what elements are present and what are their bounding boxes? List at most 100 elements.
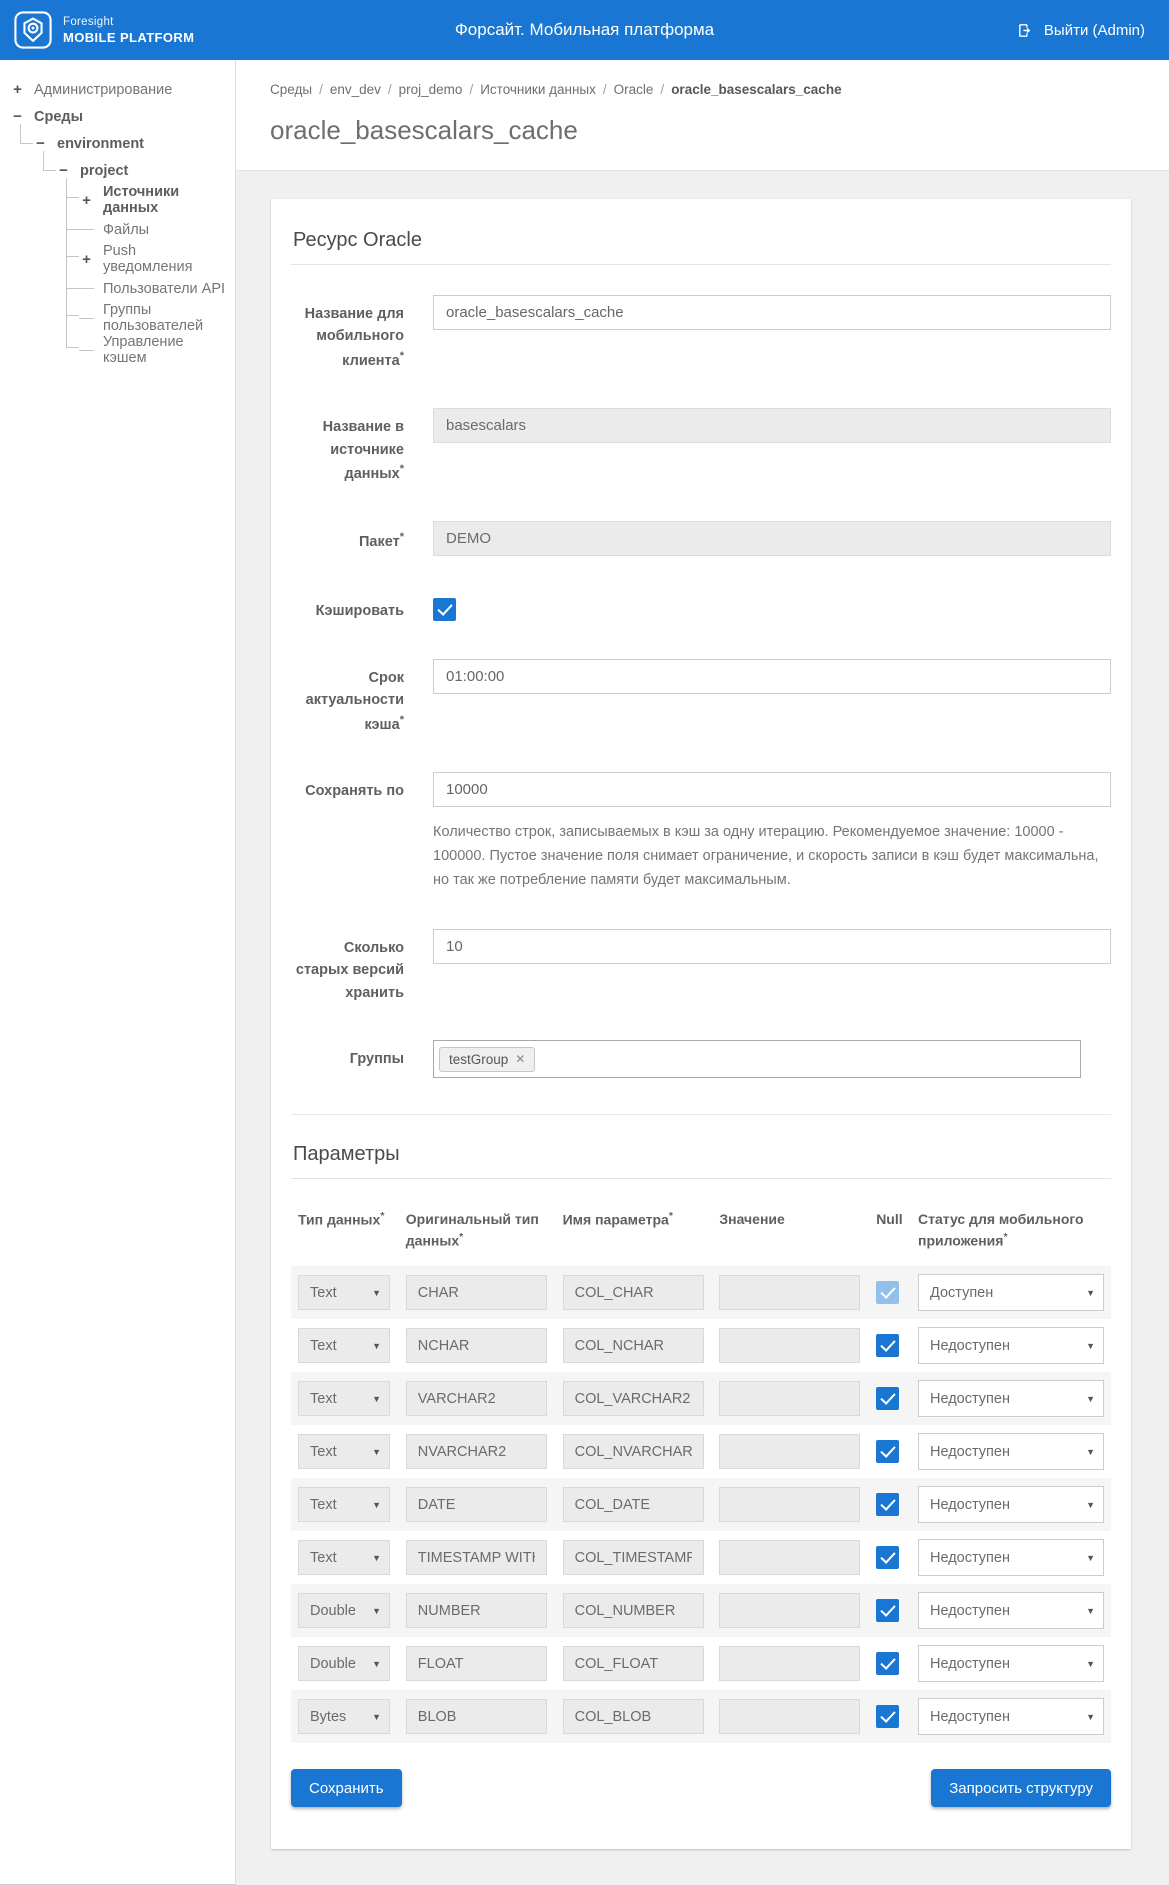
form-row: Название для мобильного клиента* xyxy=(291,295,1111,372)
original-type-input xyxy=(406,1487,547,1522)
null-checkbox[interactable] xyxy=(876,1546,899,1569)
tree-branch-line xyxy=(79,350,94,351)
field-label: Срок актуальности кэша* xyxy=(291,659,404,736)
null-checkbox[interactable] xyxy=(876,1705,899,1728)
status-select-value: Недоступен xyxy=(930,1656,1010,1672)
type-select: Text▼ xyxy=(298,1434,390,1469)
status-select[interactable]: Недоступен▼ xyxy=(918,1539,1104,1576)
null-checkbox[interactable] xyxy=(876,1652,899,1675)
collapse-icon[interactable]: − xyxy=(56,162,71,179)
required-asterisk: * xyxy=(669,1210,673,1222)
chevron-down-icon: ▼ xyxy=(372,1394,381,1404)
null-checkbox[interactable] xyxy=(876,1599,899,1622)
field-input-6[interactable] xyxy=(433,929,1111,964)
tree-children: +Источники данных Файлы + Push уведомленияП… xyxy=(56,184,227,366)
save-button[interactable]: Сохранить xyxy=(291,1769,402,1807)
column-header: Оригинальный тип данных* xyxy=(406,1209,547,1252)
sidebar-item-project[interactable]: −project xyxy=(56,157,227,184)
column-header-text: Имя параметра xyxy=(563,1212,669,1228)
sidebar-item-push-уведомления[interactable]: + Push уведомления xyxy=(79,243,227,275)
status-select[interactable]: Недоступен▼ xyxy=(918,1645,1104,1682)
status-select-value: Недоступен xyxy=(930,1603,1010,1619)
type-select: Text▼ xyxy=(298,1328,390,1363)
sidebar-item-управление-кэшем[interactable]: Управление кэшем xyxy=(79,334,227,366)
cache-checkbox[interactable] xyxy=(433,598,456,621)
param-name-input xyxy=(563,1593,704,1628)
params-table-header: Тип данных*Оригинальный тип данных*Имя п… xyxy=(291,1209,1111,1252)
breadcrumb-item[interactable]: Источники данных xyxy=(480,82,596,97)
column-header: Значение xyxy=(719,1209,860,1230)
value-input xyxy=(719,1328,860,1363)
remove-tag-icon[interactable]: ✕ xyxy=(515,1052,525,1066)
form-row: Пакет* xyxy=(291,521,1111,556)
tree-node: Пользователи API xyxy=(79,275,227,302)
breadcrumb-item[interactable]: Oracle xyxy=(614,82,654,97)
null-checkbox[interactable] xyxy=(876,1387,899,1410)
table-row: Text▼Доступен▼ xyxy=(291,1266,1111,1319)
null-checkbox[interactable] xyxy=(876,1334,899,1357)
chevron-down-icon: ▼ xyxy=(1086,1341,1095,1351)
field-label: Пакет* xyxy=(291,521,404,556)
sidebar-item-среды[interactable]: −Среды xyxy=(10,103,227,130)
breadcrumb-item[interactable]: env_dev xyxy=(330,82,381,97)
chevron-down-icon: ▼ xyxy=(1086,1712,1095,1722)
field-label: Название для мобильного клиента* xyxy=(291,295,404,372)
required-asterisk: * xyxy=(400,531,404,543)
request-structure-button[interactable]: Запросить структуру xyxy=(931,1769,1111,1807)
type-select: Text ▼ xyxy=(298,1381,390,1416)
sidebar-item-файлы[interactable]: Файлы xyxy=(79,216,227,243)
type-select: Double▼ xyxy=(298,1593,390,1628)
sidebar-item-администрирование[interactable]: +Администрирование xyxy=(10,76,227,103)
status-select[interactable]: Недоступен▼ xyxy=(918,1327,1104,1364)
sidebar-item-пользователи-api[interactable]: Пользователи API xyxy=(79,275,227,302)
sidebar-item-environment[interactable]: −environment xyxy=(33,130,227,157)
original-type-input xyxy=(406,1540,547,1575)
param-name-input xyxy=(563,1434,704,1469)
tree-branch-line xyxy=(79,318,94,319)
collapse-icon[interactable]: − xyxy=(33,135,48,152)
status-select[interactable]: Недоступен▼ xyxy=(918,1433,1104,1470)
sidebar-item-группы-пользователей[interactable]: Группы пользователей xyxy=(79,302,227,334)
chevron-down-icon: ▼ xyxy=(1086,1553,1095,1563)
field-label: Группы xyxy=(291,1040,404,1078)
expand-icon[interactable]: + xyxy=(10,81,25,98)
sidebar-item-источники-данных[interactable]: +Источники данных xyxy=(79,184,227,216)
expand-icon[interactable]: + xyxy=(79,251,94,268)
field-control xyxy=(433,408,1111,485)
value-input xyxy=(719,1381,860,1416)
param-name-input xyxy=(563,1646,704,1681)
chevron-down-icon: ▼ xyxy=(372,1288,381,1298)
breadcrumb-item[interactable]: proj_demo xyxy=(399,82,463,97)
status-select[interactable]: Недоступен▼ xyxy=(918,1380,1104,1417)
field-label: Название в источнике данных* xyxy=(291,408,404,485)
sidebar-item-label: environment xyxy=(57,136,144,152)
tree-node: −Среды−environment−project+Источники дан… xyxy=(10,103,227,366)
collapse-icon[interactable]: − xyxy=(10,108,25,125)
type-select-value: Text xyxy=(310,1391,337,1407)
null-checkbox[interactable] xyxy=(876,1440,899,1463)
sidebar-item-label: Файлы xyxy=(103,222,149,238)
sidebar-item-label: Push уведомления xyxy=(103,243,227,275)
param-name-input xyxy=(563,1328,704,1363)
breadcrumb-item[interactable]: Среды xyxy=(270,82,312,97)
params-table: Text▼Доступен▼Text▼Недоступен▼Text▼Недос… xyxy=(291,1266,1111,1743)
field-input-4[interactable] xyxy=(433,659,1111,694)
logout-button[interactable]: Выйти (Admin) xyxy=(1017,22,1145,39)
chevron-down-icon: ▼ xyxy=(1086,1606,1095,1616)
status-select[interactable]: Доступен▼ xyxy=(918,1274,1104,1311)
original-type-input xyxy=(406,1593,547,1628)
tree-node: Группы пользователей xyxy=(79,302,227,334)
null-checkbox[interactable] xyxy=(876,1493,899,1516)
status-select[interactable]: Недоступен▼ xyxy=(918,1486,1104,1523)
field-input-0[interactable] xyxy=(433,295,1111,330)
status-select-value: Недоступен xyxy=(930,1444,1010,1460)
form-row: Срок актуальности кэша* xyxy=(291,659,1111,736)
column-header: Null xyxy=(876,1209,902,1230)
field-input-1 xyxy=(433,408,1111,443)
status-select[interactable]: Недоступен ▼ xyxy=(918,1592,1104,1629)
expand-icon[interactable]: + xyxy=(79,192,94,209)
groups-tag-input[interactable]: testGroup✕ xyxy=(433,1040,1081,1078)
field-label-text: Срок актуальности кэша xyxy=(306,670,404,733)
field-input-5[interactable] xyxy=(433,772,1111,807)
status-select[interactable]: Недоступен▼ xyxy=(918,1698,1104,1735)
